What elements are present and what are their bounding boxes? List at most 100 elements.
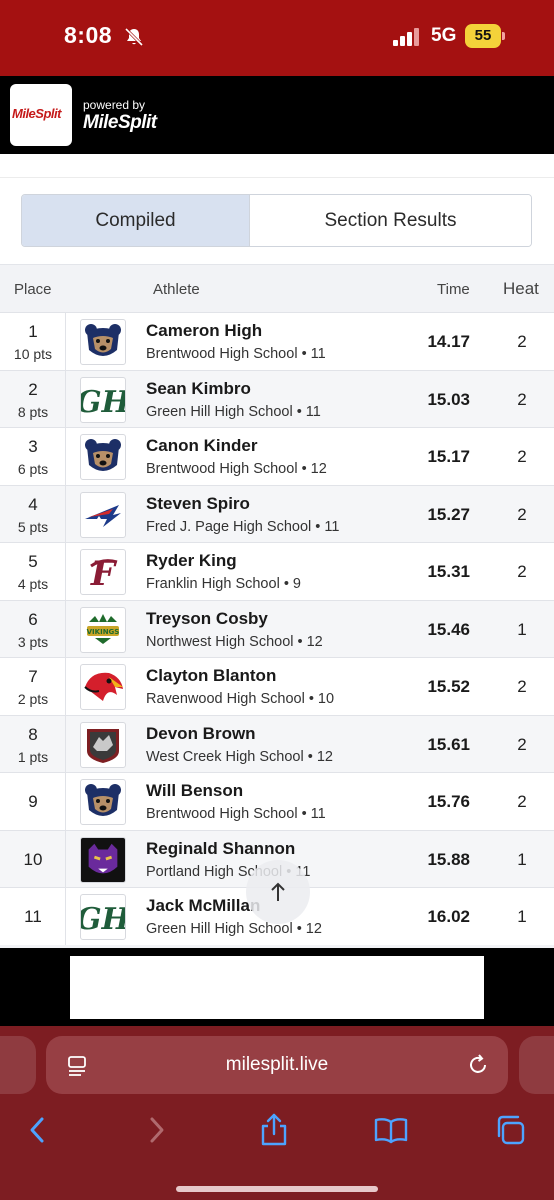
table-row[interactable]: 3 6 pts Canon Kinder Brentwood High School … [0, 427, 554, 485]
result-time: 16.02 [427, 907, 470, 926]
scroll-to-top-button[interactable] [246, 860, 310, 924]
points-label: 5 pts [17, 518, 49, 535]
table-row[interactable]: 5 4 pts F Ryder King Franklin High School • … [0, 542, 554, 600]
forward-button[interactable] [138, 1112, 174, 1148]
result-time: 15.27 [427, 504, 470, 524]
back-button[interactable] [20, 1112, 56, 1148]
bookmarks-button[interactable] [373, 1112, 409, 1148]
table-header: Place Athlete Time Heat [0, 264, 554, 312]
vikings-logo: VIKINGS [80, 606, 126, 653]
points-label: 8 pts [17, 403, 49, 420]
athlete-name[interactable]: Devon Brown [146, 724, 256, 744]
bear-logo [80, 434, 126, 480]
signal-icon [393, 28, 419, 46]
table-row[interactable]: 8 1 pts Devon Brown West Creek High School … [0, 714, 554, 772]
athlete-school[interactable]: Brentwood High School • 11 [146, 806, 326, 822]
athlete-name[interactable]: Treyson Cosby [146, 609, 268, 629]
athlete-school[interactable]: Green Hill High School • 11 [146, 404, 321, 420]
book-icon [374, 1118, 408, 1144]
url-text: milesplit.live [225, 1054, 329, 1075]
gh-logo: GH [80, 376, 126, 423]
bear-logo [80, 319, 126, 365]
ad-slot[interactable] [70, 956, 484, 1019]
place-cell: 10 [0, 830, 66, 887]
reload-icon[interactable] [466, 1053, 490, 1077]
athlete-name[interactable]: Jack McMillan [146, 896, 260, 916]
athlete-name[interactable]: Steven Spiro [146, 494, 250, 514]
chevron-left-icon [30, 1117, 44, 1143]
tabs-icon [497, 1115, 525, 1145]
column-athlete[interactable]: Athlete [153, 281, 200, 298]
athlete-name[interactable]: Clayton Blanton [146, 666, 276, 686]
ad-banner [0, 948, 554, 1026]
heat-number: 1 [517, 619, 527, 639]
place-number: 3 [28, 437, 38, 456]
chevron-right-icon [150, 1117, 164, 1143]
address-bar[interactable]: milesplit.live [46, 1036, 508, 1094]
place-number: 2 [28, 379, 38, 399]
result-time: 15.76 [427, 792, 470, 811]
column-time[interactable]: Time [437, 281, 470, 298]
athlete-name[interactable]: Cameron High [146, 321, 262, 341]
share-icon [261, 1113, 287, 1146]
divider [0, 177, 554, 178]
athlete-school[interactable]: Brentwood High School • 11 [146, 346, 326, 362]
points-label: 2 pts [17, 691, 49, 707]
battery-level: 55 [465, 24, 501, 48]
panther-logo [80, 836, 126, 883]
milesplit-logo[interactable]: MileSplit [10, 84, 72, 146]
tab-compiled[interactable]: Compiled [22, 195, 250, 246]
coyote-logo [80, 721, 126, 768]
athlete-name[interactable]: Sean Kimbro [146, 379, 251, 399]
network-type: 5G [431, 25, 457, 46]
logo-text: MileSplit [12, 106, 61, 121]
result-time: 15.52 [427, 677, 470, 696]
column-heat[interactable]: Heat [503, 279, 539, 299]
points-label: 3 pts [17, 633, 49, 650]
athlete-school[interactable]: Northwest High School • 12 [146, 634, 323, 650]
place-cell: 2 8 pts [0, 370, 66, 427]
place-cell: 5 4 pts [0, 543, 66, 600]
column-place[interactable]: Place [14, 281, 52, 298]
page-logo [80, 491, 126, 538]
athlete-school[interactable]: Brentwood High School • 12 [146, 461, 327, 477]
tabs-button[interactable] [492, 1112, 528, 1148]
table-row[interactable]: 4 5 pts Steven Spiro Fred J. Page High Scho… [0, 484, 554, 542]
result-time: 14.17 [427, 332, 470, 351]
athlete-school[interactable]: Green Hill High School • 12 [146, 921, 322, 937]
result-time: 15.61 [427, 734, 470, 754]
points-label: 6 pts [17, 461, 49, 477]
athlete-school[interactable]: Franklin High School • 9 [146, 576, 301, 592]
athlete-school[interactable]: Fred J. Page High School • 11 [146, 519, 339, 535]
table-row[interactable]: 2 8 pts GH Sean Kimbro Green Hill High Schoo… [0, 369, 554, 427]
table-row[interactable]: 6 3 pts VIKINGS Treyson Cosby Northwest High… [0, 599, 554, 657]
athlete-school[interactable]: West Creek High School • 12 [146, 749, 333, 765]
raptor-logo [80, 664, 126, 710]
points-label: 1 pts [17, 748, 49, 765]
heat-number: 1 [517, 849, 527, 869]
previous-tab-pill[interactable] [0, 1036, 36, 1094]
place-cell: 6 3 pts [0, 600, 66, 657]
result-time: 15.88 [427, 849, 470, 869]
athlete-name[interactable]: Canon Kinder [146, 436, 257, 456]
result-time: 15.46 [427, 619, 470, 639]
heat-number: 2 [517, 332, 527, 351]
table-row[interactable]: 1 10 pts Cameron High Brentwood High School… [0, 312, 554, 370]
heat-number: 2 [517, 389, 527, 409]
tab-section-results[interactable]: Section Results [250, 195, 531, 246]
table-row[interactable]: 9 Will Benson Brentwood High School • 11 15… [0, 772, 554, 830]
place-number: 8 [28, 724, 38, 744]
place-number: 4 [28, 494, 38, 514]
athlete-school[interactable]: Ravenwood High School • 10 [146, 691, 334, 707]
table-row[interactable]: 7 2 pts Clayton Blanton Ravenwood High Scho… [0, 657, 554, 715]
place-cell: 11 [0, 888, 66, 945]
athlete-name[interactable]: Ryder King [146, 551, 237, 571]
svg-text:GH: GH [81, 385, 125, 420]
next-tab-pill[interactable] [519, 1036, 554, 1094]
athlete-name[interactable]: Reginald Shannon [146, 839, 295, 859]
battery-icon: 55 [465, 24, 505, 48]
athlete-name[interactable]: Will Benson [146, 781, 243, 801]
browser-toolbar [0, 1104, 554, 1156]
share-button[interactable] [256, 1112, 292, 1148]
place-number: 1 [28, 322, 38, 341]
